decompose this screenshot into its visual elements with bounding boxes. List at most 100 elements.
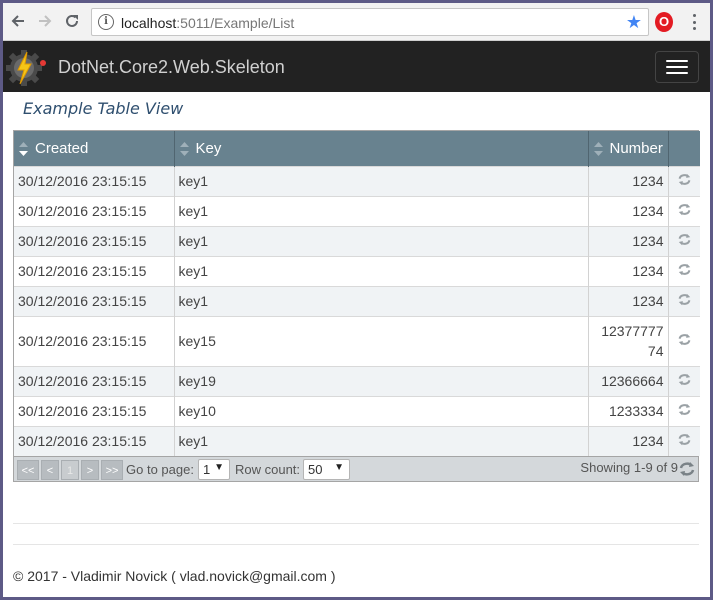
column-header-created[interactable]: Created xyxy=(14,131,175,166)
cell-key: key19 xyxy=(174,365,589,396)
page-title: Example Table View xyxy=(23,99,184,118)
refresh-icon[interactable] xyxy=(678,203,691,216)
column-label: Number xyxy=(609,139,663,157)
row-action-cell xyxy=(668,365,700,396)
refresh-icon[interactable] xyxy=(679,461,695,477)
cell-key: key1 xyxy=(174,285,589,316)
cell-key: key10 xyxy=(174,395,589,426)
cell-created: 30/12/2016 23:15:15 xyxy=(14,425,175,456)
row-count-label: Row count: xyxy=(235,462,301,477)
table-body: 30/12/2016 23:15:15 key1 1234 30/12/2016 23… xyxy=(14,165,700,456)
app-navbar: DotNet.Core2.Web.Skeleton xyxy=(3,41,710,92)
table-header-row: Created Key Number xyxy=(14,131,700,166)
refresh-icon[interactable] xyxy=(678,233,691,246)
cell-number: 1234 xyxy=(588,165,669,196)
cell-key: key1 xyxy=(174,225,589,256)
cell-created: 30/12/2016 23:15:15 xyxy=(14,365,175,396)
caret-down-icon: ▼ xyxy=(334,462,344,473)
pager: << < 1 > >> Go to page: 1 ▼ Row count: 50… xyxy=(14,456,698,481)
first-page-button[interactable]: << xyxy=(17,460,39,480)
cell-created: 30/12/2016 23:15:15 xyxy=(14,285,175,316)
sort-icon xyxy=(593,141,603,156)
url-path: :5011/Example/List xyxy=(176,15,295,31)
cell-key: key1 xyxy=(174,165,589,196)
kebab-menu-icon[interactable] xyxy=(687,11,701,33)
cell-created: 30/12/2016 23:15:15 xyxy=(14,255,175,286)
table-row[interactable]: 30/12/2016 23:15:15 key10 1233334 xyxy=(14,395,700,426)
reload-icon[interactable] xyxy=(61,10,83,32)
refresh-icon[interactable] xyxy=(678,433,691,446)
divider xyxy=(13,544,699,545)
data-grid: Created Key Number 30/12/2016 23:15:15 ke… xyxy=(13,130,700,482)
browser-toolbar: i localhost:5011/Example/List ★ O xyxy=(3,3,710,41)
cell-created: 30/12/2016 23:15:15 xyxy=(14,225,175,256)
next-page-button[interactable]: > xyxy=(81,460,99,480)
cell-number: 1234 xyxy=(588,195,669,226)
data-table: Created Key Number 30/12/2016 23:15:15 ke… xyxy=(14,131,700,456)
column-header-number[interactable]: Number xyxy=(588,131,669,166)
goto-page-value: 1 xyxy=(203,462,211,477)
cell-number: 1234 xyxy=(588,225,669,256)
sort-desc-icon xyxy=(19,141,28,156)
column-label: Created xyxy=(35,139,89,157)
table-row[interactable]: 30/12/2016 23:15:15 key1 1234 xyxy=(14,425,700,456)
refresh-icon[interactable] xyxy=(678,373,691,386)
cell-number: 1234 xyxy=(588,255,669,286)
table-row[interactable]: 30/12/2016 23:15:15 key1 1234 xyxy=(14,195,700,226)
current-page-button: 1 xyxy=(61,460,79,480)
row-action-cell xyxy=(668,395,700,426)
cell-key: key1 xyxy=(174,425,589,456)
row-action-cell xyxy=(668,425,700,456)
table-row[interactable]: 30/12/2016 23:15:15 key1 1234 xyxy=(14,285,700,316)
cell-number: 1234 xyxy=(588,425,669,456)
url-text[interactable]: localhost:5011/Example/List xyxy=(121,15,294,31)
goto-page-label: Go to page: xyxy=(126,462,194,477)
caret-down-icon: ▼ xyxy=(214,462,224,473)
row-count-value: 50 xyxy=(308,462,323,477)
last-page-button[interactable]: >> xyxy=(101,460,123,480)
prev-page-button[interactable]: < xyxy=(41,460,59,480)
cell-created: 30/12/2016 23:15:15 xyxy=(14,195,175,226)
sort-icon xyxy=(179,141,189,156)
row-count-select[interactable]: 50 ▼ xyxy=(303,459,350,480)
opera-icon[interactable]: O xyxy=(655,12,673,32)
goto-page-select[interactable]: 1 ▼ xyxy=(198,459,230,480)
brand-title[interactable]: DotNet.Core2.Web.Skeleton xyxy=(58,57,285,78)
table-row[interactable]: 30/12/2016 23:15:15 key1 1234 xyxy=(14,225,700,256)
divider xyxy=(13,523,699,524)
browser-window: i localhost:5011/Example/List ★ O DotNet… xyxy=(3,3,710,597)
info-icon[interactable]: i xyxy=(98,14,114,30)
row-action-cell xyxy=(668,225,700,256)
refresh-icon[interactable] xyxy=(678,263,691,276)
gear-lightning-icon[interactable] xyxy=(5,46,47,88)
row-action-cell xyxy=(668,195,700,226)
refresh-icon[interactable] xyxy=(678,293,691,306)
url-host: localhost xyxy=(121,15,177,31)
star-icon[interactable]: ★ xyxy=(626,12,642,33)
footer-text: © 2017 - Vladimir Novick ( vlad.novick@g… xyxy=(13,568,336,584)
cell-created: 30/12/2016 23:15:15 xyxy=(14,395,175,426)
table-row[interactable]: 30/12/2016 23:15:15 key15 12377777 74 xyxy=(14,315,700,366)
column-header-key[interactable]: Key xyxy=(174,131,589,166)
column-label: Key xyxy=(195,139,222,157)
cell-created: 30/12/2016 23:15:15 xyxy=(14,165,175,196)
refresh-icon[interactable] xyxy=(678,333,691,346)
row-action-cell xyxy=(668,165,700,196)
table-row[interactable]: 30/12/2016 23:15:15 key1 1234 xyxy=(14,165,700,196)
refresh-icon[interactable] xyxy=(678,403,691,416)
arrow-left-icon[interactable] xyxy=(7,10,29,32)
table-row[interactable]: 30/12/2016 23:15:15 key1 1234 xyxy=(14,255,700,286)
cell-key: key1 xyxy=(174,195,589,226)
refresh-icon[interactable] xyxy=(678,173,691,186)
cell-number: 12377777 74 xyxy=(588,315,669,366)
row-action-cell xyxy=(668,285,700,316)
cell-key: key15 xyxy=(174,315,589,366)
table-row[interactable]: 30/12/2016 23:15:15 key19 12366664 xyxy=(14,365,700,396)
address-bar[interactable]: i localhost:5011/Example/List ★ xyxy=(91,8,649,36)
cell-number: 1234 xyxy=(588,285,669,316)
arrow-right-icon[interactable] xyxy=(34,10,56,32)
cell-number: 1233334 xyxy=(588,395,669,426)
column-header-actions xyxy=(668,131,700,166)
cell-created: 30/12/2016 23:15:15 xyxy=(14,315,175,366)
hamburger-icon[interactable] xyxy=(655,51,699,83)
